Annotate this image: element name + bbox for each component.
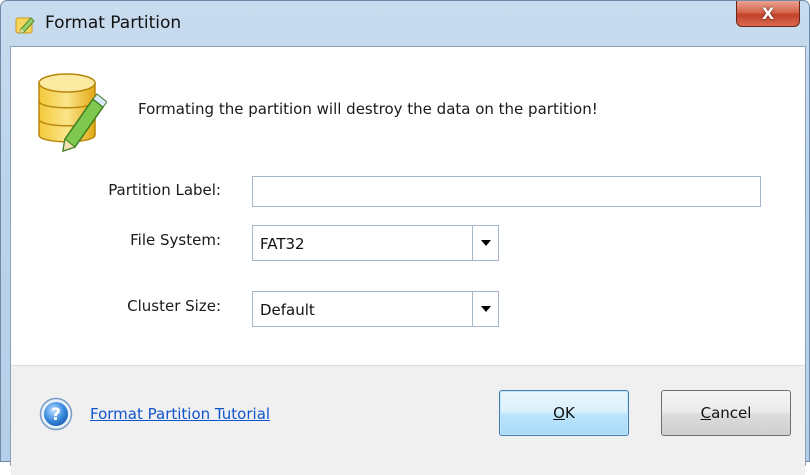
partition-label-label: Partition Label: bbox=[108, 181, 221, 199]
warning-message: Formating the partition will destroy the… bbox=[138, 100, 598, 118]
window-title: Format Partition bbox=[45, 13, 182, 33]
cancel-button[interactable]: Cancel bbox=[661, 390, 791, 436]
cluster-size-label: Cluster Size: bbox=[127, 297, 221, 315]
chevron-down-icon[interactable] bbox=[472, 292, 498, 326]
pencil-icon bbox=[15, 15, 37, 35]
format-partition-dialog: Format Partition X Formating the partiti… bbox=[0, 0, 810, 475]
help-icon[interactable]: ? bbox=[39, 397, 73, 431]
ok-mnemonic: O bbox=[553, 404, 565, 422]
cluster-size-value: Default bbox=[260, 301, 315, 319]
format-partition-tutorial-link[interactable]: Format Partition Tutorial bbox=[90, 405, 270, 423]
close-button[interactable]: X bbox=[736, 1, 800, 27]
file-system-select[interactable]: FAT32 bbox=[252, 225, 499, 261]
cancel-label-rest: ancel bbox=[711, 404, 752, 422]
partition-label-input[interactable] bbox=[252, 176, 761, 207]
chevron-down-icon[interactable] bbox=[472, 226, 498, 260]
file-system-label: File System: bbox=[130, 231, 221, 249]
cancel-mnemonic: C bbox=[700, 404, 712, 422]
database-pencil-icon bbox=[35, 69, 108, 153]
ok-button[interactable]: OK bbox=[499, 390, 629, 436]
dialog-footer: ? Format Partition Tutorial OK Cancel bbox=[11, 365, 805, 475]
title-bar[interactable]: Format Partition X bbox=[1, 1, 809, 45]
file-system-value: FAT32 bbox=[260, 235, 305, 253]
dialog-content: Formating the partition will destroy the… bbox=[11, 47, 805, 365]
close-icon: X bbox=[761, 4, 775, 23]
cluster-size-select[interactable]: Default bbox=[252, 291, 499, 327]
ok-label-rest: K bbox=[564, 404, 575, 422]
dialog-client-area: Formating the partition will destroy the… bbox=[10, 46, 806, 475]
svg-text:?: ? bbox=[51, 405, 61, 425]
